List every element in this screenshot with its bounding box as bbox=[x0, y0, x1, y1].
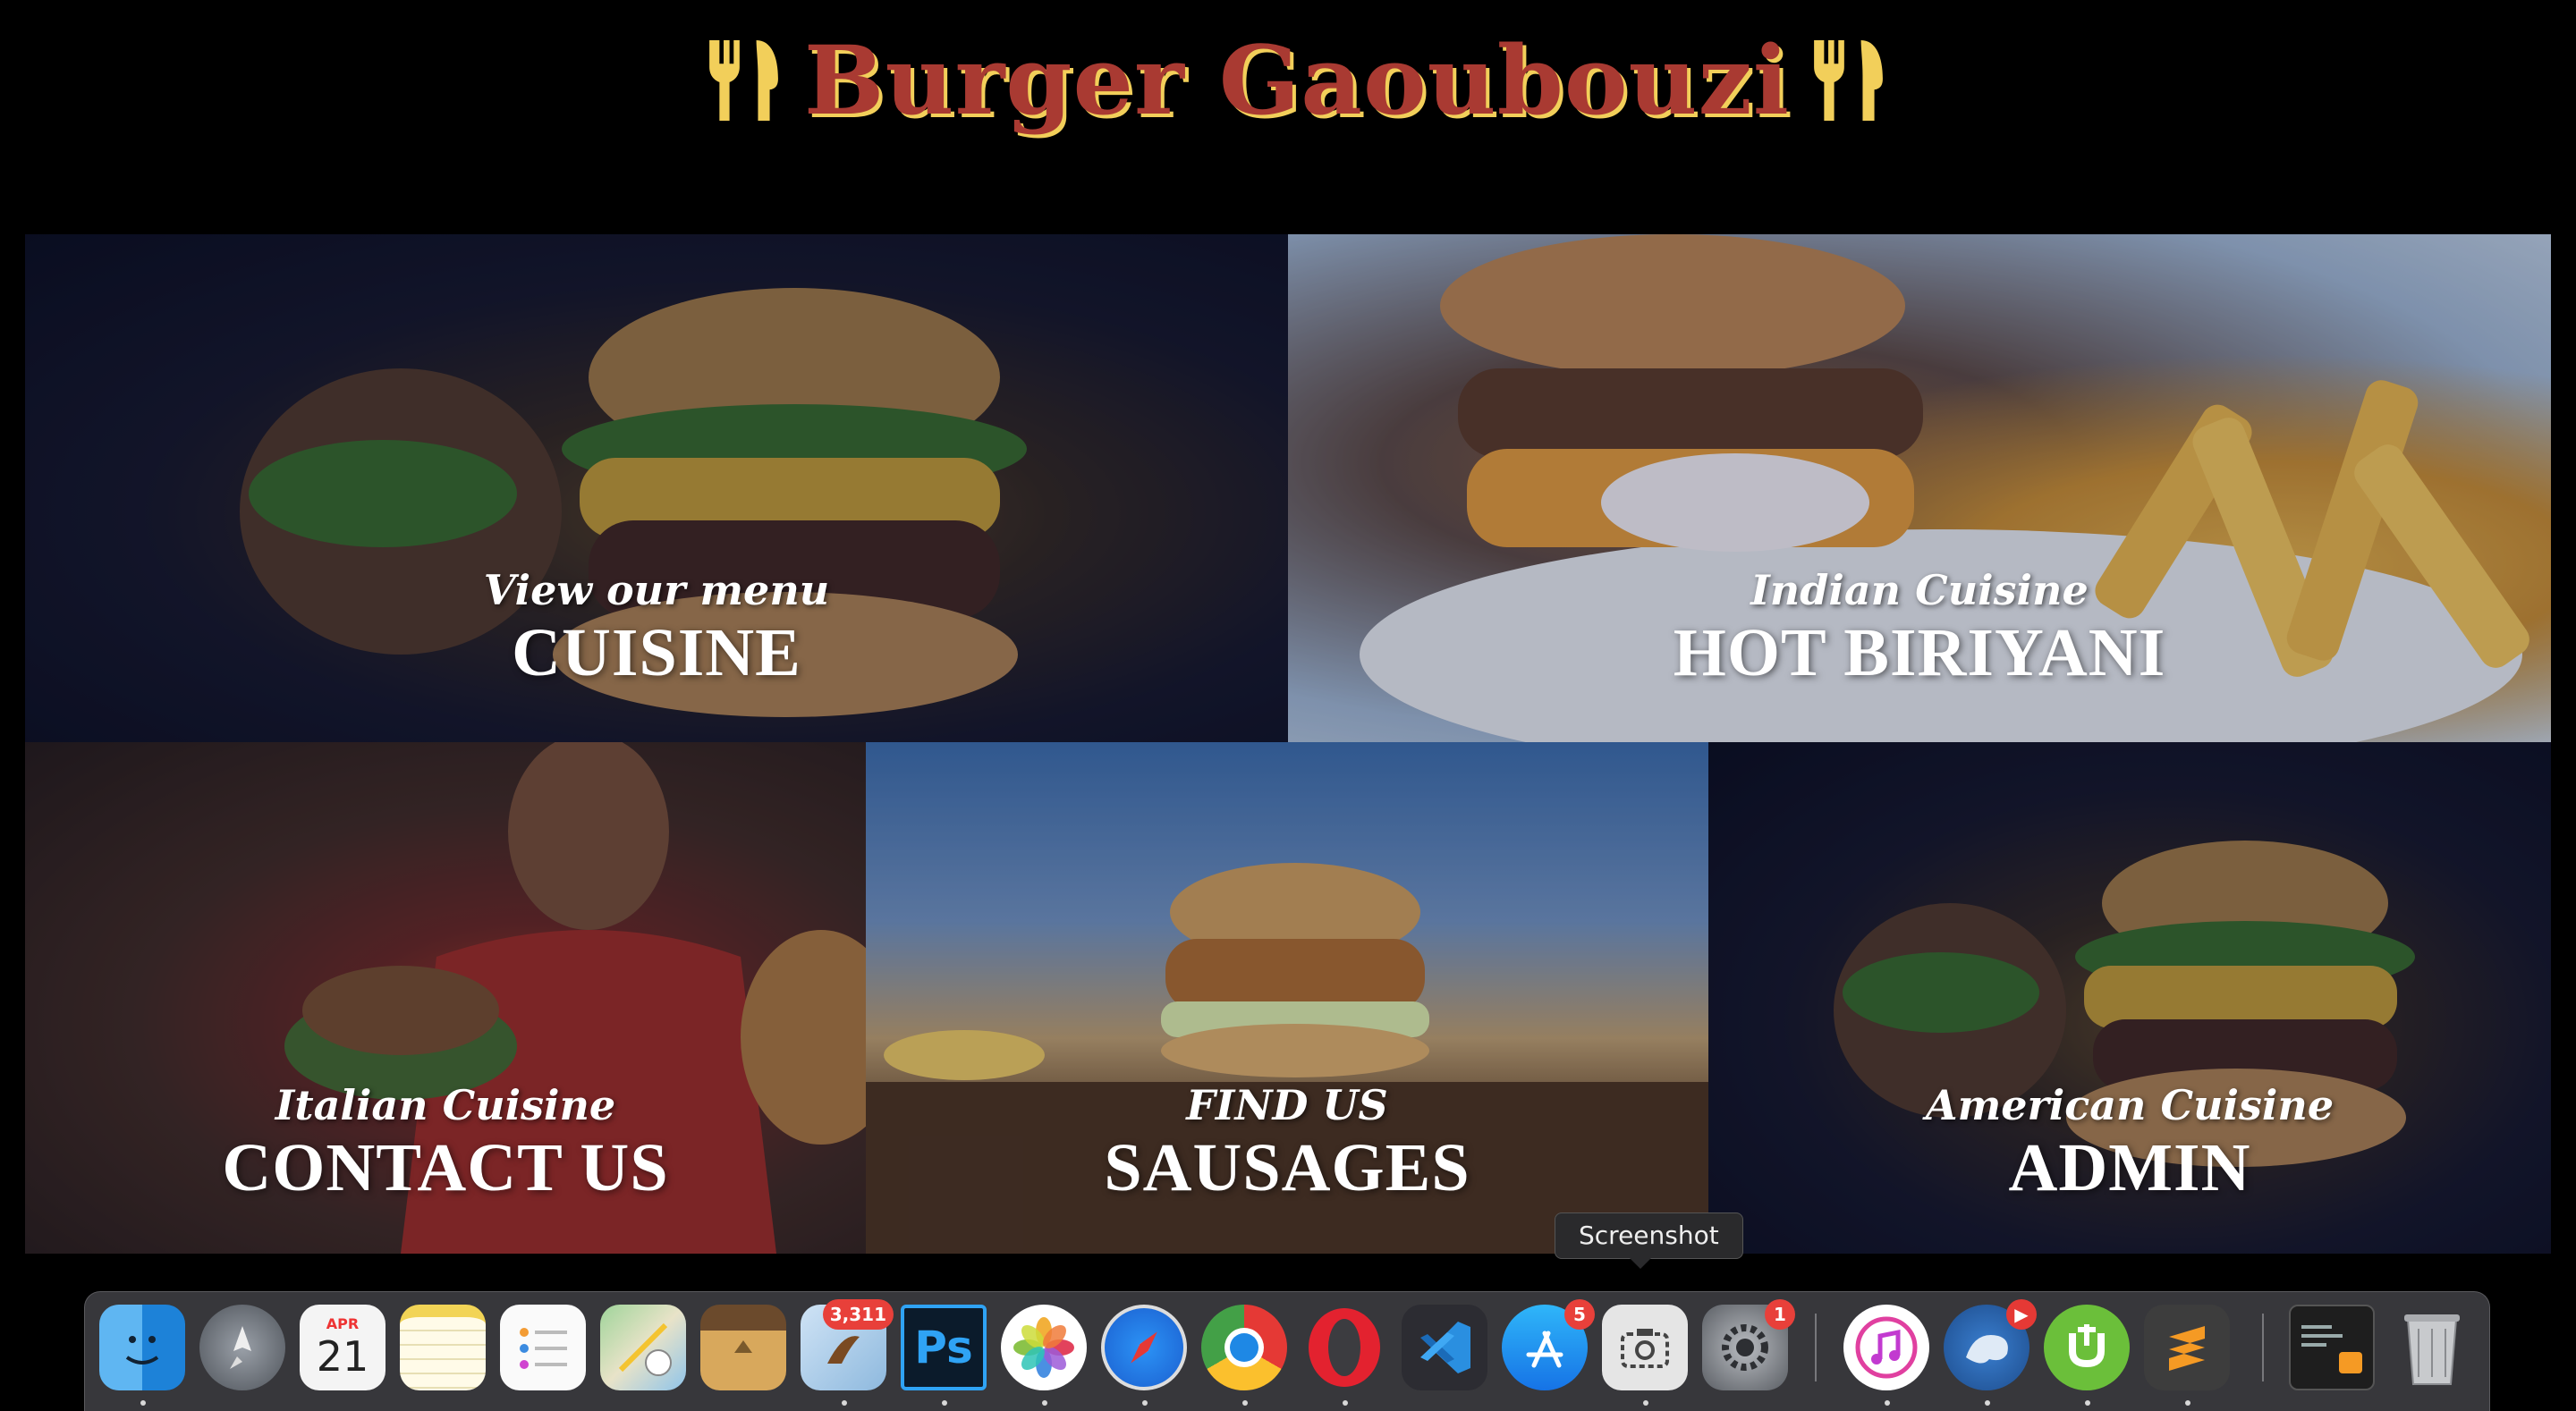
brand-logo[interactable]: Burger Gaoubouzi bbox=[698, 27, 1896, 134]
tooltip-arrow bbox=[1630, 1258, 1651, 1269]
tile-subtitle: American Cuisine bbox=[1925, 1081, 2334, 1129]
site-header: Burger Gaoubouzi bbox=[0, 0, 2576, 234]
maps-icon[interactable] bbox=[600, 1305, 686, 1390]
chrome-icon[interactable] bbox=[1201, 1305, 1287, 1390]
running-indicator bbox=[140, 1400, 146, 1406]
tile-admin[interactable]: American Cuisine ADMIN bbox=[1708, 742, 2551, 1254]
tile-caption: Indian Cuisine HOT BIRIYANI bbox=[1288, 565, 2551, 690]
tile-sausages[interactable]: FIND US SAUSAGES bbox=[866, 742, 1708, 1254]
calendar-icon[interactable]: APR 21 bbox=[300, 1305, 386, 1390]
tile-cuisine[interactable]: View our menu CUISINE bbox=[25, 234, 1288, 742]
trash-icon[interactable] bbox=[2389, 1305, 2475, 1390]
tile-caption: American Cuisine ADMIN bbox=[1708, 1080, 2551, 1205]
site-title: Burger Gaoubouzi bbox=[803, 24, 1791, 136]
opera-icon[interactable] bbox=[1301, 1305, 1387, 1390]
finder-icon[interactable] bbox=[99, 1305, 185, 1390]
dock-separator bbox=[1815, 1314, 1817, 1381]
running-indicator bbox=[2085, 1400, 2090, 1406]
app-store-badge: 5 bbox=[1564, 1299, 1595, 1330]
tile-subtitle: Indian Cuisine bbox=[1750, 566, 2089, 614]
tile-title[interactable]: ADMIN bbox=[1708, 1130, 2551, 1205]
youtube-badge-icon: ▶ bbox=[2006, 1299, 2037, 1330]
app-store-icon[interactable]: 5 bbox=[1502, 1299, 1595, 1390]
dock-separator bbox=[2262, 1314, 2264, 1381]
running-indicator bbox=[1343, 1400, 1348, 1406]
sublime-text-icon[interactable] bbox=[2144, 1305, 2230, 1390]
launchpad-icon[interactable] bbox=[199, 1305, 285, 1390]
tile-subtitle: Italian Cuisine bbox=[275, 1081, 616, 1129]
calendar-month: APR bbox=[326, 1315, 360, 1332]
tile-caption: Italian Cuisine CONTACT US bbox=[25, 1080, 866, 1205]
macos-dock: APR 21 3,311 Ps 5 1 ▶ bbox=[84, 1291, 2490, 1411]
safari-icon[interactable] bbox=[1101, 1305, 1187, 1390]
running-indicator bbox=[2185, 1400, 2190, 1406]
tile-title[interactable]: HOT BIRIYANI bbox=[1288, 615, 2551, 690]
running-indicator bbox=[1142, 1400, 1148, 1406]
screenshot-icon[interactable] bbox=[1602, 1305, 1688, 1390]
reminders-icon[interactable] bbox=[500, 1305, 586, 1390]
fork-knife-icon bbox=[709, 40, 778, 121]
terminal-window-icon[interactable] bbox=[2289, 1305, 2375, 1390]
fork-knife-icon bbox=[1814, 40, 1883, 121]
mail-badge: 3,311 bbox=[822, 1299, 894, 1330]
tile-caption: View our menu CUISINE bbox=[25, 565, 1288, 690]
tile-subtitle: FIND US bbox=[1186, 1081, 1388, 1129]
vscode-icon[interactable] bbox=[1402, 1305, 1487, 1390]
archive-utility-icon[interactable] bbox=[700, 1305, 786, 1390]
tile-title[interactable]: CONTACT US bbox=[25, 1130, 866, 1205]
tile-hot-biriyani[interactable]: Indian Cuisine HOT BIRIYANI bbox=[1288, 234, 2551, 742]
sequel-pro-icon[interactable]: ▶ bbox=[1944, 1299, 2037, 1390]
photoshop-label: Ps bbox=[914, 1322, 973, 1373]
utorrent-icon[interactable] bbox=[2044, 1305, 2130, 1390]
system-preferences-badge: 1 bbox=[1765, 1299, 1795, 1330]
running-indicator bbox=[1042, 1400, 1047, 1406]
tile-caption: FIND US SAUSAGES bbox=[866, 1080, 1708, 1205]
running-indicator bbox=[942, 1400, 947, 1406]
running-indicator bbox=[1242, 1400, 1248, 1406]
calendar-day: 21 bbox=[316, 1332, 369, 1381]
running-indicator bbox=[1985, 1400, 1990, 1406]
mail-icon[interactable]: 3,311 bbox=[801, 1299, 894, 1390]
running-indicator bbox=[1643, 1400, 1648, 1406]
running-indicator bbox=[1885, 1400, 1890, 1406]
itunes-icon[interactable] bbox=[1843, 1305, 1929, 1390]
tile-title[interactable]: SAUSAGES bbox=[866, 1130, 1708, 1205]
tile-title[interactable]: CUISINE bbox=[25, 615, 1288, 690]
tile-contact-us[interactable]: Italian Cuisine CONTACT US bbox=[25, 742, 866, 1254]
notes-icon[interactable] bbox=[400, 1305, 486, 1390]
photos-icon[interactable] bbox=[1001, 1305, 1087, 1390]
tile-subtitle: View our menu bbox=[483, 566, 830, 614]
running-indicator bbox=[842, 1400, 847, 1406]
photoshop-icon[interactable]: Ps bbox=[901, 1305, 987, 1390]
dock-tooltip: Screenshot bbox=[1555, 1212, 1743, 1259]
system-preferences-icon[interactable]: 1 bbox=[1702, 1299, 1795, 1390]
